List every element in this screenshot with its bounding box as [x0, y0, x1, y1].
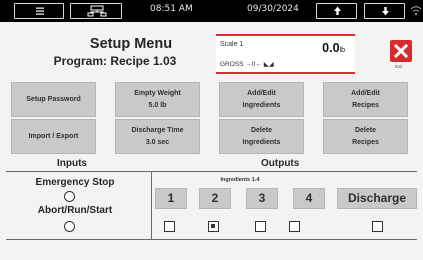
delete-ingredients-label-1: Delete [250, 126, 272, 134]
exit-button[interactable] [390, 40, 412, 62]
delete-recipes-label-2: Recipes [352, 138, 379, 146]
delete-recipes-button[interactable]: Delete Recipes [323, 119, 408, 154]
add-edit-recipes-label-2: Recipes [352, 101, 379, 109]
exit-label: Exit [395, 64, 403, 69]
inputs-heading: Inputs [57, 158, 87, 169]
io-vertical-divider [151, 171, 152, 239]
wifi-icon [410, 6, 422, 16]
output-button-2[interactable]: 2 [199, 188, 231, 209]
add-edit-ingredients-label-1: Add/Edit [247, 89, 276, 97]
arrow-down-icon [382, 7, 389, 16]
scale-weight-unit: lb [339, 47, 345, 54]
output-checkbox-4[interactable] [289, 221, 300, 232]
output-checkbox-discharge[interactable] [372, 221, 383, 232]
status-bar: 08:51 AM 09/30/2024 [0, 0, 423, 22]
scroll-up-button[interactable] [316, 3, 357, 19]
io-bottom-divider [6, 239, 417, 240]
add-edit-recipes-label-1: Add/Edit [351, 89, 380, 97]
menu-button[interactable] [14, 3, 64, 19]
setup-password-button[interactable]: Setup Password [11, 82, 96, 117]
output-button-1[interactable]: 1 [155, 188, 187, 209]
emergency-stop-label: Emergency Stop [35, 177, 115, 188]
clock-time: 08:51 AM [150, 4, 193, 14]
scale-weight-value: 0.0 [322, 41, 340, 55]
discharge-time-label: Discharge Time [131, 126, 184, 134]
scale-status: GROSS →0← ◣◢ [220, 61, 274, 68]
arrow-up-icon [334, 6, 341, 15]
setup-password-label: Setup Password [26, 95, 81, 103]
output-label-4: 4 [305, 191, 313, 205]
emergency-stop-indicator [64, 191, 75, 202]
add-edit-recipes-button[interactable]: Add/Edit Recipes [323, 82, 408, 117]
network-button[interactable] [70, 3, 122, 19]
output-checkbox-2[interactable] [208, 221, 219, 232]
network-icon [87, 5, 107, 17]
scale-readout[interactable]: Scale 1 0.0lb GROSS →0← ◣◢ [216, 34, 355, 74]
abort-run-start-indicator [64, 221, 75, 232]
import-export-label: Import / Export [28, 132, 79, 140]
delete-recipes-label-1: Delete [354, 126, 376, 134]
scale-weight: 0.0lb [322, 41, 345, 55]
output-button-4[interactable]: 4 [293, 188, 325, 209]
abort-run-start-label: Abort/Run/Start [37, 205, 113, 216]
empty-weight-button[interactable]: Empty Weight 5.0 lb [115, 82, 200, 117]
output-label-2: 2 [211, 191, 219, 205]
delete-ingredients-label-2: Ingredients [242, 138, 281, 146]
discharge-time-button[interactable]: Discharge Time 3.0 sec [115, 119, 200, 154]
output-checkbox-3[interactable] [255, 221, 266, 232]
add-edit-ingredients-label-2: Ingredients [242, 101, 281, 109]
scale-name: Scale 1 [220, 41, 244, 48]
output-button-discharge[interactable]: Discharge [337, 188, 417, 209]
ingredients-group-label: Ingredients 1-4 [220, 177, 260, 183]
date-display: 09/30/2024 [247, 4, 299, 14]
output-label-3: 3 [258, 191, 266, 205]
output-button-3[interactable]: 3 [246, 188, 278, 209]
delete-ingredients-button[interactable]: Delete Ingredients [219, 119, 304, 154]
empty-weight-label: Empty Weight [134, 89, 181, 97]
scroll-down-button[interactable] [364, 3, 405, 19]
program-name: Program: Recipe 1.03 [53, 54, 177, 68]
hamburger-icon [36, 7, 44, 15]
outputs-heading: Outputs [261, 158, 300, 169]
output-label-1: 1 [167, 191, 175, 205]
output-checkbox-1[interactable] [164, 221, 175, 232]
page-title: Setup Menu [89, 36, 173, 52]
io-divider [6, 171, 417, 172]
close-icon [393, 43, 409, 59]
import-export-button[interactable]: Import / Export [11, 119, 96, 154]
output-label-discharge: Discharge [347, 191, 407, 205]
add-edit-ingredients-button[interactable]: Add/Edit Ingredients [219, 82, 304, 117]
empty-weight-value: 5.0 lb [148, 101, 167, 109]
discharge-time-value: 3.0 sec [145, 138, 170, 146]
